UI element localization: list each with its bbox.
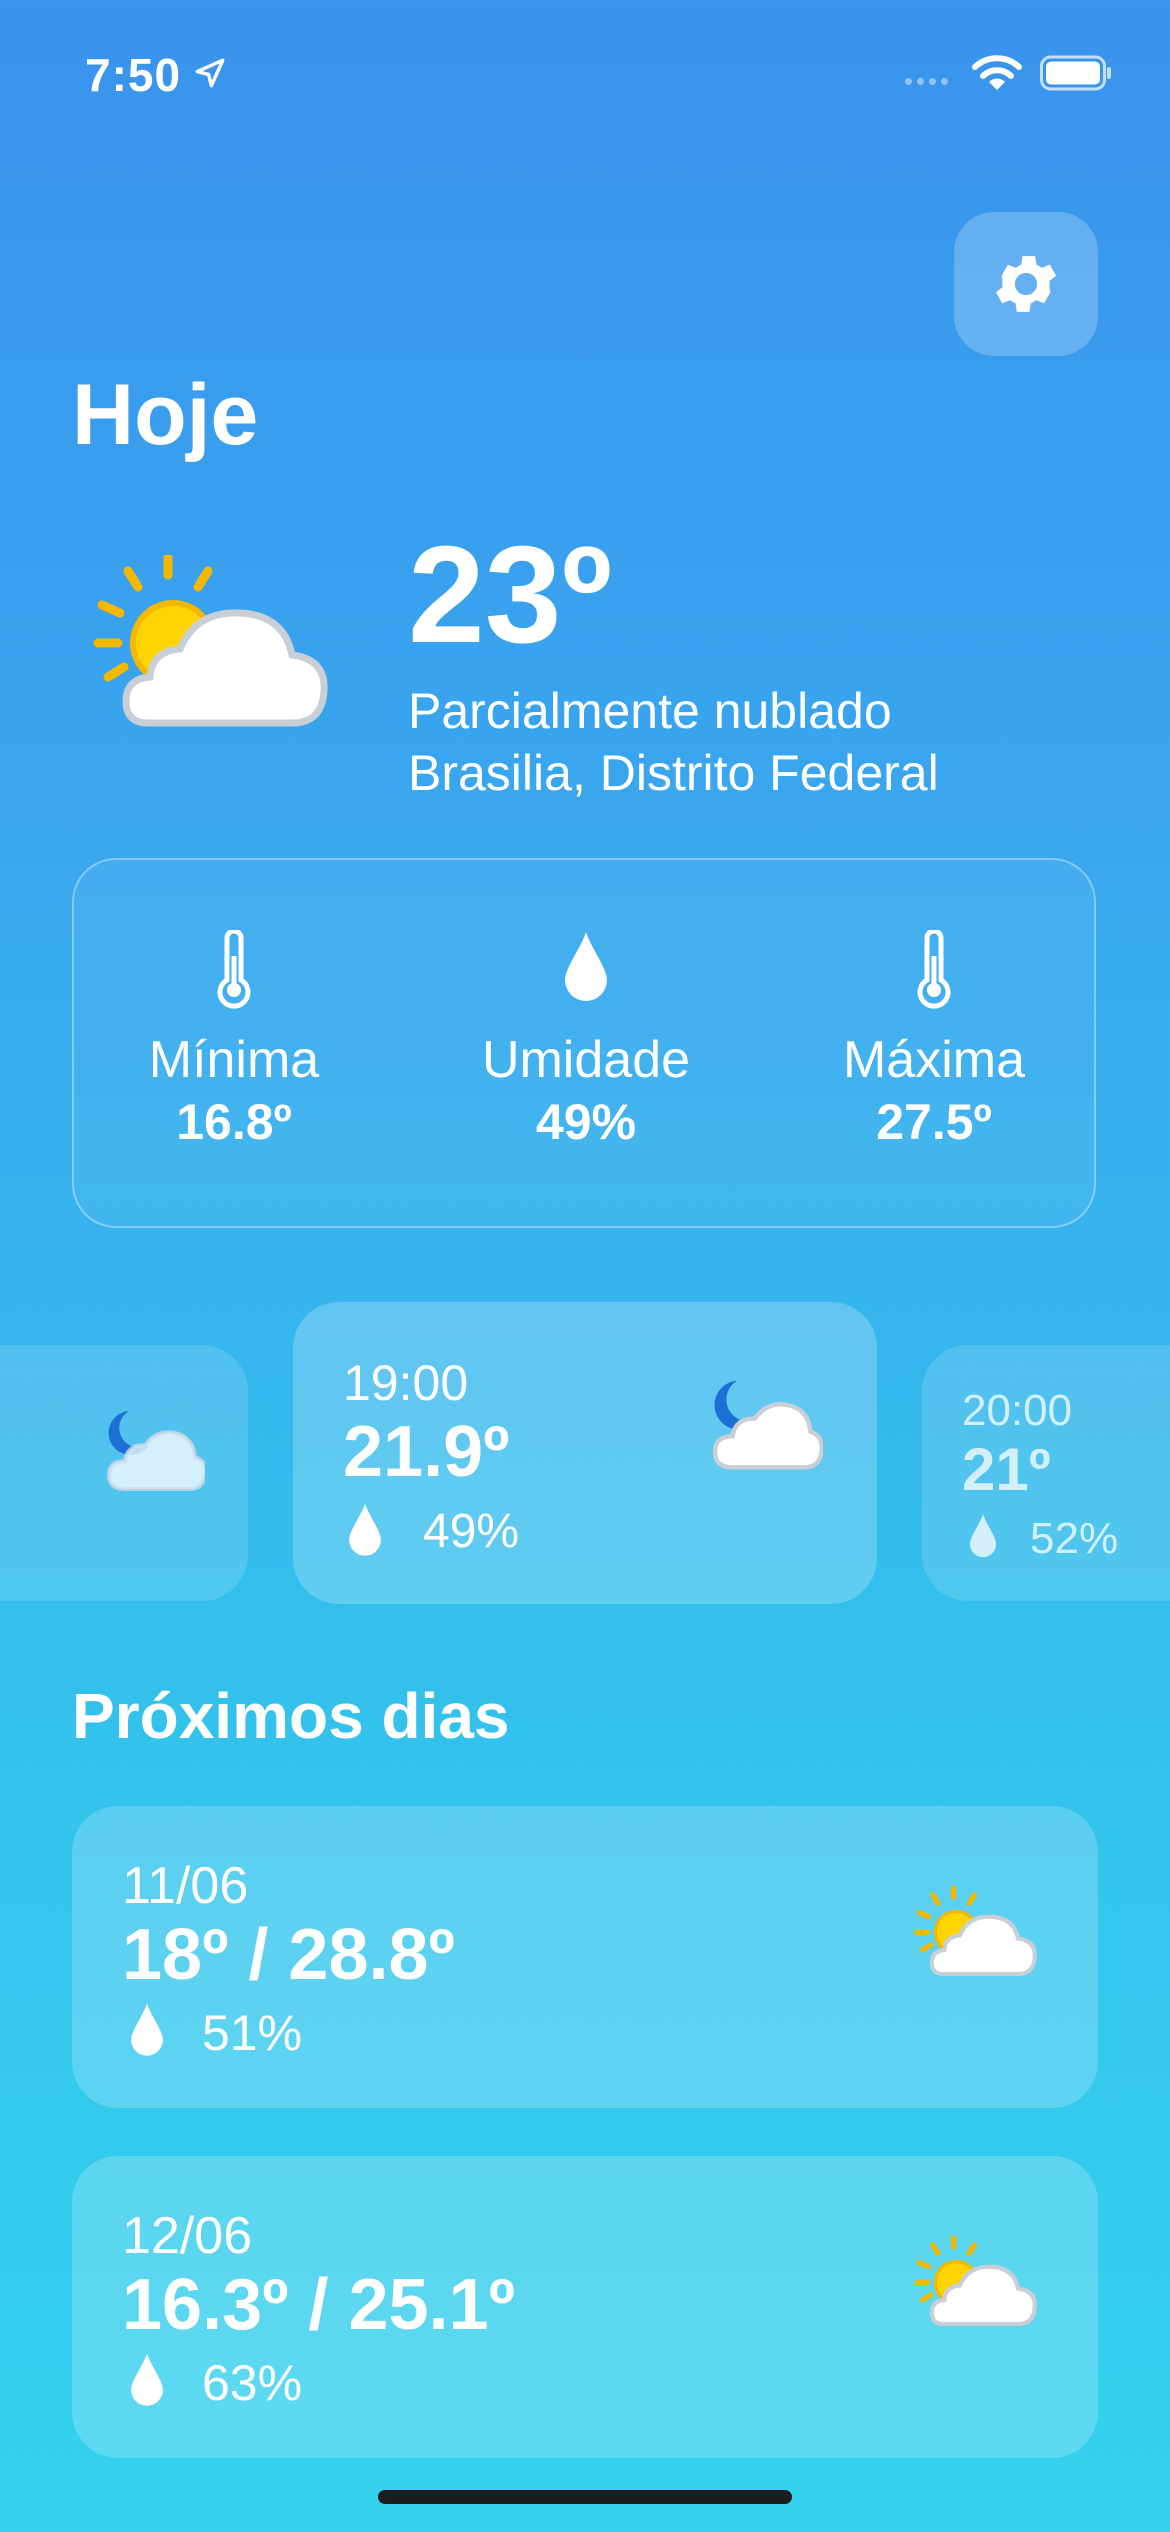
hourly-card[interactable]: 20:00 21º 52% <box>922 1345 1170 1601</box>
forecast-day-card[interactable]: 11/06 18º / 28.8º 51% <box>72 1806 1098 2108</box>
hourly-humidity: 52% <box>1030 1514 1119 1563</box>
stat-humidity-value: 49% <box>535 1094 637 1150</box>
thermometer-icon <box>917 930 951 1009</box>
droplet-icon <box>131 2353 163 2406</box>
hourly-temp: 21º <box>962 1436 1051 1503</box>
hourly-card[interactable] <box>0 1345 248 1601</box>
droplet-icon <box>969 1514 997 1558</box>
partly-cloudy-day-icon <box>914 2236 1037 2327</box>
stat-max-label: Máxima <box>842 1031 1026 1089</box>
partly-cloudy-day-icon <box>93 555 328 727</box>
gear-icon <box>995 256 1057 312</box>
hourly-card-selected[interactable]: 19:00 21.9º 49% <box>293 1302 877 1604</box>
location-arrow-icon <box>195 58 225 88</box>
forecast-date: 12/06 <box>122 2207 253 2265</box>
droplet-icon <box>565 932 607 1001</box>
section-title: Próximos dias <box>72 1680 510 1752</box>
home-indicator[interactable] <box>378 2490 792 2504</box>
page-title: Hoje <box>72 367 259 463</box>
partly-cloudy-day-icon <box>914 1886 1037 1977</box>
droplet-icon <box>349 1503 381 1556</box>
hourly-temp: 21.9º <box>343 1412 510 1492</box>
current-location: Brasilia, Distrito Federal <box>408 745 939 801</box>
forecast-humidity: 63% <box>202 2355 303 2411</box>
forecast-range: 16.3º / 25.1º <box>122 2265 515 2345</box>
droplet-icon <box>131 2003 163 2056</box>
forecast-date: 11/06 <box>122 1857 249 1915</box>
hourly-time: 20:00 <box>962 1386 1073 1435</box>
current-condition: Parcialmente nublado <box>408 683 892 739</box>
stat-min-value: 16.8º <box>176 1094 292 1150</box>
cellular-signal-icon <box>905 78 948 85</box>
current-temperature: 23º <box>408 518 612 672</box>
stat-humidity-label: Umidade <box>481 1031 691 1089</box>
hourly-time: 19:00 <box>343 1355 469 1411</box>
stat-min-label: Mínima <box>148 1031 320 1089</box>
stat-max-value: 27.5º <box>876 1094 992 1150</box>
wifi-icon <box>972 55 1022 90</box>
thermometer-icon <box>217 930 251 1009</box>
today-stats-panel: Mínima 16.8º Umidade 49% Máxima 27.5º <box>72 858 1096 1228</box>
partly-cloudy-night-icon <box>106 1411 205 1491</box>
battery-icon <box>1040 55 1111 91</box>
forecast-range: 18º / 28.8º <box>122 1915 455 1995</box>
forecast-humidity: 51% <box>202 2005 303 2061</box>
status-time: 7:50 <box>85 49 182 101</box>
forecast-day-card[interactable]: 12/06 16.3º / 25.1º 63% <box>72 2156 1098 2458</box>
partly-cloudy-night-icon <box>712 1380 823 1470</box>
hourly-humidity: 49% <box>423 1505 520 1558</box>
settings-button[interactable] <box>954 212 1098 356</box>
